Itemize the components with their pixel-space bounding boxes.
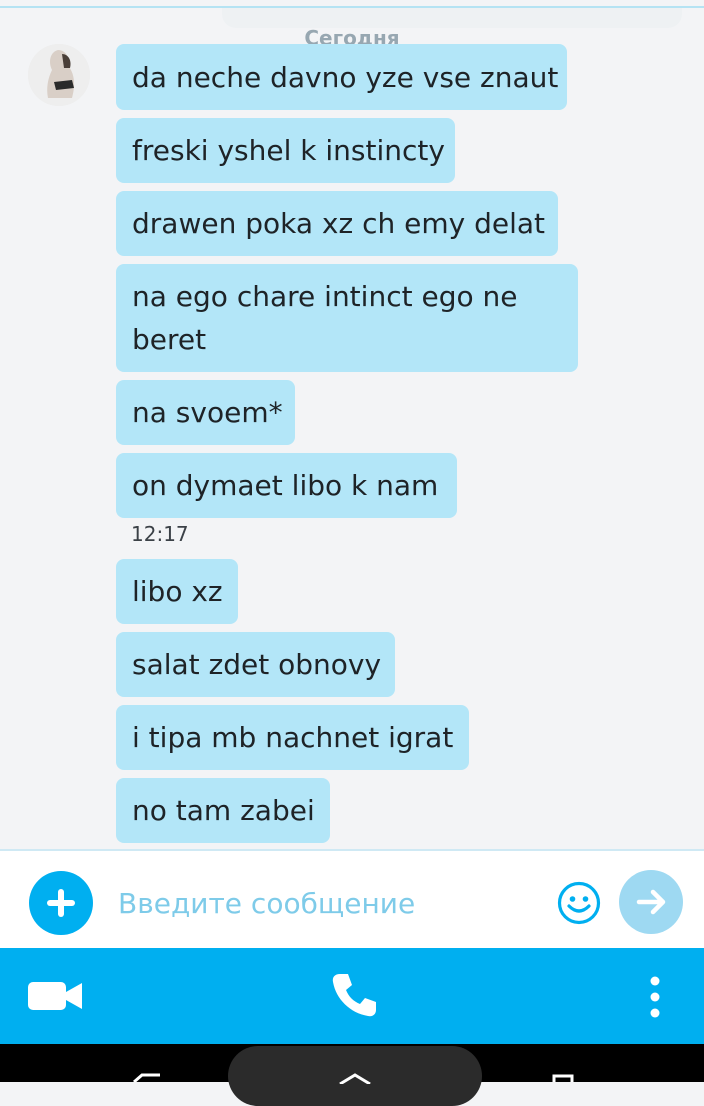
more-options-button[interactable]	[644, 974, 666, 1024]
arrow-right-icon	[636, 889, 666, 915]
voice-call-button[interactable]	[330, 971, 378, 1023]
more-vertical-icon	[650, 976, 660, 1018]
message-bubble[interactable]: drawen poka xz ch emy delat	[116, 191, 558, 256]
message-bubble[interactable]: da neche davno yze vse znaut	[116, 44, 567, 110]
video-call-button[interactable]	[26, 978, 84, 1018]
message-bubble[interactable]: na ego chare intinct ego ne beret	[116, 264, 578, 372]
message-text: libo xz	[132, 575, 223, 608]
plus-icon	[47, 889, 75, 917]
message-text: salat zdet obnovy	[132, 648, 382, 681]
home-icon	[339, 1073, 371, 1086]
message-input[interactable]	[118, 873, 538, 933]
message-text: drawen poka xz ch emy delat	[132, 207, 545, 240]
add-attachment-button[interactable]	[29, 871, 93, 935]
send-button[interactable]	[619, 870, 683, 934]
message-text: freski yshel k instincty	[132, 134, 445, 167]
recent-apps-icon[interactable]	[552, 1074, 574, 1082]
top-divider	[0, 0, 704, 8]
message-composer	[0, 849, 704, 950]
message-bubble[interactable]: na svoem*	[116, 380, 295, 445]
contact-avatar[interactable]	[28, 44, 90, 106]
message-text: da neche davno yze vse znaut	[132, 61, 559, 94]
phone-icon	[332, 974, 376, 1017]
message-bubble[interactable]: i tipa mb nachnet igrat	[116, 705, 469, 770]
message-text: na svoem*	[132, 396, 283, 429]
message-bubble[interactable]: on dymaet libo k nam	[116, 453, 457, 518]
message-bubble[interactable]: freski yshel k instincty	[116, 118, 455, 183]
message-bubble[interactable]: salat zdet obnovy	[116, 632, 395, 697]
system-navigation-bar	[0, 1044, 704, 1106]
message-text: na ego chare intinct ego ne beret	[132, 280, 518, 356]
smiley-icon	[557, 881, 601, 925]
home-button[interactable]	[228, 1046, 482, 1106]
message-bubble[interactable]: libo xz	[116, 559, 238, 624]
message-text: on dymaet libo k nam	[132, 469, 439, 502]
back-icon[interactable]	[132, 1072, 162, 1082]
message-timestamp: 12:17	[131, 522, 189, 546]
message-bubble[interactable]: no tam zabei	[116, 778, 330, 843]
emoji-button[interactable]	[556, 880, 602, 926]
message-text: i tipa mb nachnet igrat	[132, 721, 454, 754]
message-text: no tam zabei	[132, 794, 315, 827]
video-camera-icon	[28, 982, 82, 1010]
call-action-bar	[0, 948, 704, 1044]
